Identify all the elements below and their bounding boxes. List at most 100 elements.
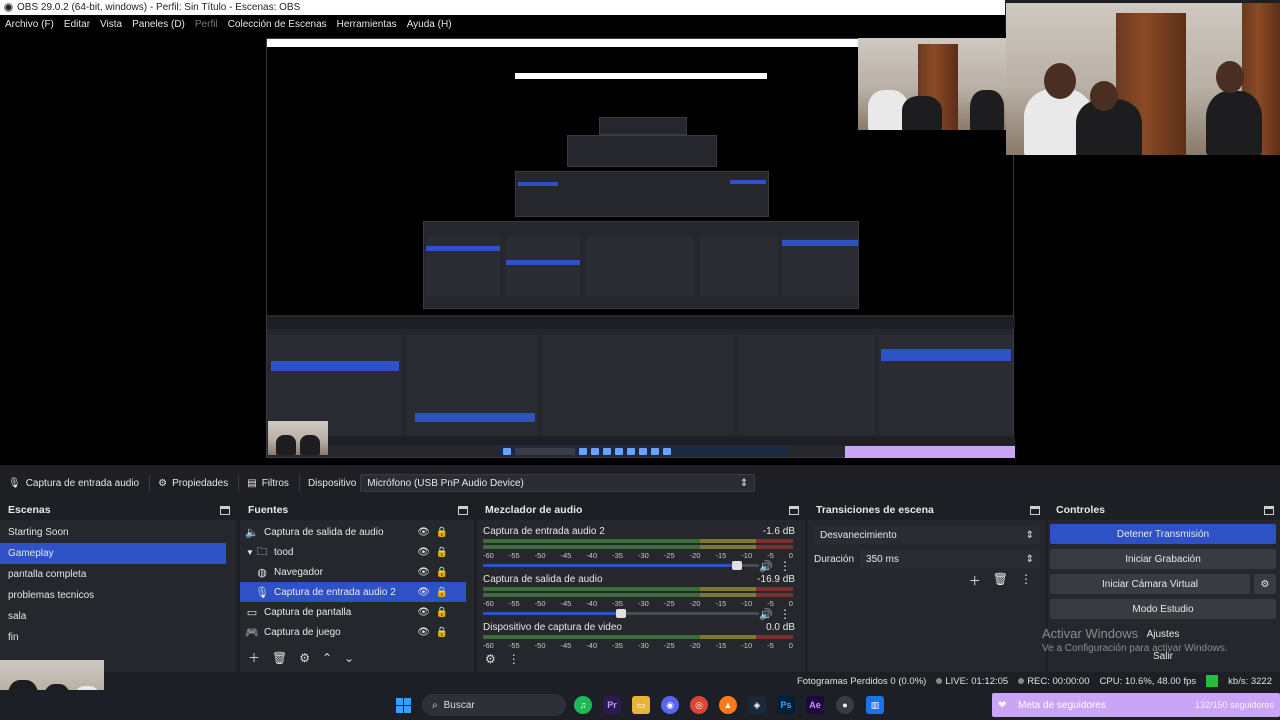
source-label: Navegador (274, 566, 323, 578)
gear-icon[interactable]: ⚙ (299, 651, 310, 665)
undock-icon[interactable] (1264, 505, 1274, 515)
chevron-down-icon[interactable]: ▼ (246, 548, 256, 557)
meter-tick-label: -55 (508, 551, 520, 560)
filters-button[interactable]: ▤ Filtros (247, 471, 299, 495)
meter-tick-label: -30 (637, 599, 649, 608)
undock-icon[interactable] (789, 505, 799, 515)
status-bar: Fotogramas Perdidos 0 (0.0%) LIVE: 01:12… (0, 672, 1280, 690)
speaker-icon[interactable]: 🔊 (759, 608, 773, 621)
eye-icon[interactable]: 👁 (417, 607, 430, 618)
sources-title: Fuentes (248, 504, 289, 516)
photoshop-icon[interactable]: Ps (777, 696, 795, 714)
volume-slider[interactable] (483, 609, 759, 618)
meter-tick-label: -60 (483, 641, 494, 650)
source-row[interactable]: 🔈 Captura de salida de audio 👁 🔒 (240, 522, 466, 542)
transition-select[interactable]: Desvanecimiento ⇕ (814, 526, 1040, 544)
slider-handle[interactable] (731, 561, 742, 570)
steam-icon[interactable]: ◈ (748, 696, 766, 714)
slider-handle[interactable] (616, 609, 626, 618)
meter-tick-label: -5 (767, 551, 774, 560)
menu-ayuda[interactable]: Ayuda (H) (407, 19, 452, 30)
source-row[interactable]: ◍ Navegador 👁 🔒 (240, 562, 466, 582)
more-options-icon[interactable]: ⋮ (779, 607, 791, 621)
properties-button[interactable]: ⚙ Propiedades (158, 471, 238, 495)
lock-icon[interactable]: 🔒 (436, 627, 448, 638)
menu-coleccion-escenas[interactable]: Colección de Escenas (228, 19, 327, 30)
meter-tick-label: -5 (767, 641, 774, 650)
start-recording-button[interactable]: Iniciar Grabación (1050, 549, 1276, 569)
rec-dot-icon (1018, 677, 1025, 684)
sources-dock: Fuentes 🔈 Captura de salida de audio 👁 🔒… (240, 500, 474, 672)
preview-canvas[interactable] (0, 3, 1280, 465)
move-up-icon[interactable]: ⌃ (322, 651, 332, 665)
live-status: LIVE: 01:12:05 (936, 676, 1008, 687)
menu-bar: Archivo (F) Editar Vista Paneles (D) Per… (0, 15, 1005, 33)
cpu-status: CPU: 10.6%, 48.00 fps (1099, 675, 1197, 687)
channel-db: -1.6 dB (762, 526, 795, 537)
lock-icon[interactable]: 🔒 (436, 607, 448, 618)
add-source-button[interactable]: ＋ (248, 649, 260, 666)
channel-db: 0.0 dB (766, 622, 795, 633)
menu-vista[interactable]: Vista (100, 19, 122, 30)
eye-icon[interactable]: 👁 (417, 587, 430, 598)
more-options-icon[interactable]: ⋮ (1020, 572, 1032, 589)
globe-icon: ◍ (257, 566, 267, 579)
chrome-icon[interactable]: ◎ (690, 696, 708, 714)
volume-slider[interactable] (483, 561, 759, 570)
after-effects-icon[interactable]: Ae (806, 696, 824, 714)
eye-icon[interactable]: 👁 (417, 567, 430, 578)
scene-item-active[interactable]: Gameplay (0, 543, 226, 564)
lock-icon[interactable]: 🔒 (436, 587, 448, 598)
meter-tick-label: -60 (483, 551, 494, 560)
meter-tick-label: -15 (715, 551, 727, 560)
undock-icon[interactable] (220, 505, 230, 515)
trash-icon[interactable]: 🗑 (272, 651, 287, 665)
gear-icon[interactable]: ⚙ (485, 652, 496, 666)
move-down-icon[interactable]: ⌄ (344, 651, 354, 665)
studio-mode-button[interactable]: Modo Estudio (1050, 599, 1276, 619)
more-options-icon[interactable]: ⋮ (508, 652, 520, 666)
scene-item[interactable]: problemas tecnicos (0, 585, 226, 606)
eye-icon[interactable]: 👁 (417, 547, 430, 558)
lock-icon[interactable]: 🔒 (436, 547, 448, 558)
brave-icon[interactable]: ▲ (719, 696, 737, 714)
start-virtual-camera-button[interactable]: Iniciar Cámara Virtual (1050, 574, 1250, 594)
discord-icon[interactable]: ◉ (661, 696, 679, 714)
menu-editar[interactable]: Editar (64, 19, 90, 30)
lock-icon[interactable]: 🔒 (436, 527, 448, 538)
undock-icon[interactable] (458, 505, 468, 515)
obs-logo-icon (4, 3, 13, 12)
scene-item[interactable]: pantalla completa (0, 564, 226, 585)
scene-item[interactable]: Starting Soon (0, 522, 226, 543)
menu-archivo[interactable]: Archivo (F) (5, 19, 54, 30)
taskbar-search[interactable]: ⌕ Buscar (422, 694, 566, 716)
source-row-active[interactable]: 🎙 Captura de entrada audio 2 👁 🔒 (240, 582, 466, 602)
premiere-icon[interactable]: Pr (603, 696, 621, 714)
trash-icon[interactable]: 🗑 (993, 572, 1008, 589)
undock-icon[interactable] (1030, 505, 1040, 515)
source-row[interactable]: ▭ Captura de pantalla 👁 🔒 (240, 602, 466, 622)
webcam-overlay-nested (858, 38, 1006, 130)
menu-herramientas[interactable]: Herramientas (337, 19, 397, 30)
duration-input[interactable]: 350 ms ⇕ (860, 550, 1040, 568)
scene-item[interactable]: sala (0, 606, 226, 627)
source-row[interactable]: 🎮 Captura de juego 👁 🔒 (240, 622, 466, 642)
lock-icon[interactable]: 🔒 (436, 567, 448, 578)
more-options-icon[interactable]: ⋮ (779, 559, 791, 573)
eye-icon[interactable]: 👁 (417, 527, 430, 538)
app-taskbar-icon[interactable]: ▥ (866, 696, 884, 714)
add-transition-button[interactable]: ＋ (969, 572, 981, 589)
gear-icon[interactable]: ⚙ (1254, 574, 1276, 594)
source-row[interactable]: ▼ 🗀 tood 👁 🔒 (240, 542, 466, 562)
file-explorer-icon[interactable]: ▭ (632, 696, 650, 714)
menu-paneles[interactable]: Paneles (D) (132, 19, 185, 30)
windows-start-icon[interactable] (396, 698, 411, 713)
scene-item[interactable]: fin (0, 627, 226, 648)
obs-taskbar-icon[interactable]: ● (836, 696, 854, 714)
device-select[interactable]: Micrófono (USB PnP Audio Device) ⇕ (360, 474, 756, 492)
spotify-icon[interactable]: ♫ (574, 696, 592, 714)
stop-streaming-button[interactable]: Detener Transmisión (1050, 524, 1276, 544)
channel-name: Captura de entrada audio 2 (483, 526, 605, 537)
speaker-icon[interactable]: 🔊 (759, 560, 773, 573)
eye-icon[interactable]: 👁 (417, 627, 430, 638)
